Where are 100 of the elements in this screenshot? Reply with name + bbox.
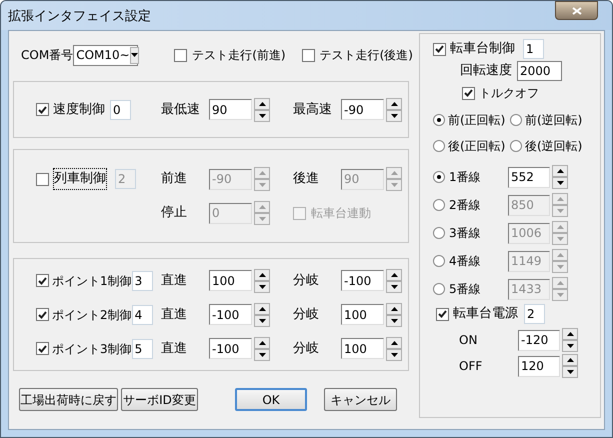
- check-icon: [38, 310, 47, 318]
- spin-up-button[interactable]: [386, 268, 402, 280]
- checkbox[interactable]: [36, 342, 49, 355]
- id-field[interactable]: 3: [132, 270, 153, 290]
- radio-label: 5番線: [449, 281, 482, 298]
- spin-down-button[interactable]: [254, 314, 270, 326]
- number-field[interactable]: 90: [209, 99, 252, 120]
- dialog-button[interactable]: キャンセル: [324, 388, 397, 411]
- spin-down-button[interactable]: [386, 348, 402, 360]
- down-arrow-icon: [258, 183, 266, 187]
- number-field[interactable]: -120: [518, 330, 560, 350]
- radio-button[interactable]: [433, 114, 445, 126]
- spin-up-button[interactable]: [386, 302, 402, 314]
- spin-up-button[interactable]: [254, 302, 270, 314]
- rotation-speed-field[interactable]: 2000: [517, 61, 562, 81]
- up-arrow-icon: [258, 102, 266, 106]
- spin-up-button[interactable]: [386, 336, 402, 348]
- number-field[interactable]: 100: [341, 338, 384, 359]
- down-arrow-icon: [556, 237, 564, 241]
- down-arrow-icon: [258, 114, 266, 118]
- dropdown-button[interactable]: [130, 46, 139, 64]
- checkbox[interactable]: [302, 48, 315, 62]
- check-icon: [38, 276, 47, 284]
- spin-up-button[interactable]: [386, 98, 402, 110]
- checkbox-label: 速度制御: [53, 100, 105, 119]
- spin-up-button[interactable]: [552, 165, 568, 177]
- checkbox-label: テスト走行(後進): [320, 47, 413, 64]
- spin-up-button[interactable]: [562, 354, 578, 366]
- checkbox-label: ポイント1制御: [52, 272, 132, 290]
- up-arrow-icon: [390, 102, 398, 106]
- field-label: OFF: [459, 358, 484, 375]
- number-field[interactable]: -100: [341, 270, 384, 291]
- dialog-button[interactable]: サーボID変更: [121, 388, 198, 411]
- radio-button[interactable]: [510, 114, 522, 126]
- spin-up-button[interactable]: [254, 98, 270, 110]
- check-icon: [38, 344, 47, 352]
- spin-down-button[interactable]: [254, 110, 270, 122]
- checkbox[interactable]: [174, 48, 188, 62]
- up-arrow-icon: [258, 272, 266, 276]
- number-field[interactable]: -100: [209, 304, 252, 325]
- field-label: 最低速: [161, 100, 201, 119]
- checkbox-label: 列車制御: [53, 168, 107, 190]
- radio-button[interactable]: [433, 140, 445, 152]
- spin-up-button[interactable]: [254, 336, 270, 348]
- spin-down-button[interactable]: [254, 348, 270, 360]
- checkbox[interactable]: [36, 103, 49, 116]
- number-field[interactable]: -100: [209, 338, 252, 359]
- spin-down-button[interactable]: [386, 314, 402, 326]
- dialog-button[interactable]: OK: [235, 388, 307, 411]
- down-arrow-icon: [258, 284, 266, 288]
- com-port-dropdown[interactable]: COM10~: [73, 44, 138, 66]
- field-label: 直進: [161, 340, 188, 358]
- radio-button[interactable]: [433, 171, 445, 183]
- checkbox[interactable]: [36, 308, 49, 321]
- spin-down-button[interactable]: [254, 280, 270, 292]
- spin-down-button[interactable]: [562, 340, 578, 352]
- field-label: 直進: [161, 306, 188, 324]
- field-label: 直進: [161, 272, 188, 290]
- up-arrow-icon: [556, 197, 564, 201]
- id-field[interactable]: 1: [523, 39, 544, 59]
- close-button[interactable]: [555, 1, 598, 20]
- up-arrow-icon: [390, 272, 398, 276]
- number-field[interactable]: -90: [341, 99, 384, 120]
- checkbox[interactable]: [436, 308, 449, 320]
- id-field[interactable]: 2: [524, 304, 545, 324]
- spin-up-button[interactable]: [562, 328, 578, 340]
- spin-up-button[interactable]: [254, 268, 270, 280]
- down-arrow-icon: [566, 344, 574, 348]
- number-field[interactable]: 100: [209, 270, 252, 291]
- radio-label: 4番線: [449, 253, 482, 270]
- down-arrow-icon: [556, 209, 564, 213]
- field-label: 前進: [161, 170, 188, 188]
- down-arrow-icon: [566, 370, 574, 374]
- number-field[interactable]: 552: [508, 166, 550, 188]
- radio-button[interactable]: [510, 140, 522, 152]
- checkbox-label: 転車台制御: [450, 40, 515, 58]
- number-field[interactable]: 120: [518, 356, 560, 376]
- id-field[interactable]: 4: [132, 304, 153, 324]
- field-label: COM番号: [20, 47, 74, 64]
- check-icon: [438, 310, 447, 318]
- number-field[interactable]: 100: [341, 304, 384, 325]
- radio-label: 前(逆回転): [525, 112, 582, 129]
- checkbox-label: 転車台電源: [453, 305, 518, 324]
- radio-label: 前(正回転): [448, 112, 506, 129]
- checkbox[interactable]: [433, 42, 446, 56]
- checkbox[interactable]: [462, 86, 475, 100]
- spin-down-button[interactable]: [562, 366, 578, 378]
- field-label: 分岐: [293, 340, 320, 358]
- spin-down-button[interactable]: [386, 280, 402, 292]
- spin-down-button[interactable]: [552, 177, 568, 189]
- id-field[interactable]: 5: [132, 338, 153, 358]
- field-label: 回転速度: [460, 62, 513, 80]
- radio-label: 3番線: [449, 225, 482, 242]
- checkbox[interactable]: [36, 274, 49, 287]
- up-arrow-icon: [258, 306, 266, 310]
- spin-down-button[interactable]: [386, 110, 402, 122]
- id-field[interactable]: 0: [110, 100, 131, 120]
- down-arrow-icon: [130, 53, 138, 57]
- dialog-button[interactable]: 工場出荷時に戻す: [19, 388, 118, 411]
- down-arrow-icon: [390, 318, 398, 322]
